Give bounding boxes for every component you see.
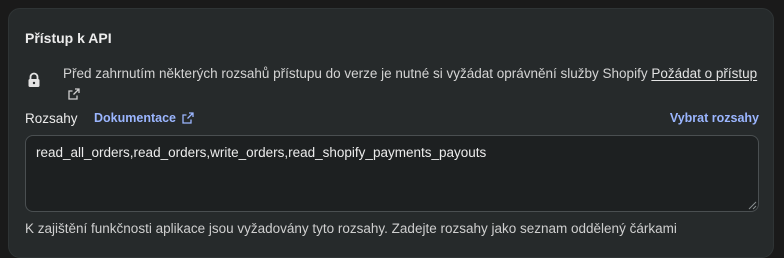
notice-text: Před zahrnutím některých rozsahů přístup…	[63, 64, 763, 104]
external-link-icon	[68, 88, 80, 100]
documentation-label: Dokumentace	[94, 111, 176, 125]
scopes-input[interactable]: read_all_orders,read_orders,write_orders…	[25, 135, 759, 212]
section-title: Přístup k API	[25, 30, 112, 46]
scopes-header: Rozsahy Dokumentace Vybrat rozsahy	[25, 109, 759, 129]
external-link-icon	[182, 112, 194, 124]
notice-message: Před zahrnutím některých rozsahů přístup…	[63, 66, 648, 81]
request-access-label: Požádat o přístup	[651, 66, 758, 81]
scopes-label: Rozsahy	[25, 111, 78, 126]
scopes-help-text: K zajištění funkčnosti aplikace jsou vyž…	[25, 221, 677, 236]
lock-icon	[28, 72, 40, 87]
resize-handle-icon[interactable]	[748, 201, 757, 210]
documentation-link[interactable]: Dokumentace	[94, 111, 194, 125]
api-access-card: Přístup k API Před zahrnutím některých r…	[8, 8, 774, 258]
select-scopes-button[interactable]: Vybrat rozsahy	[670, 111, 759, 125]
